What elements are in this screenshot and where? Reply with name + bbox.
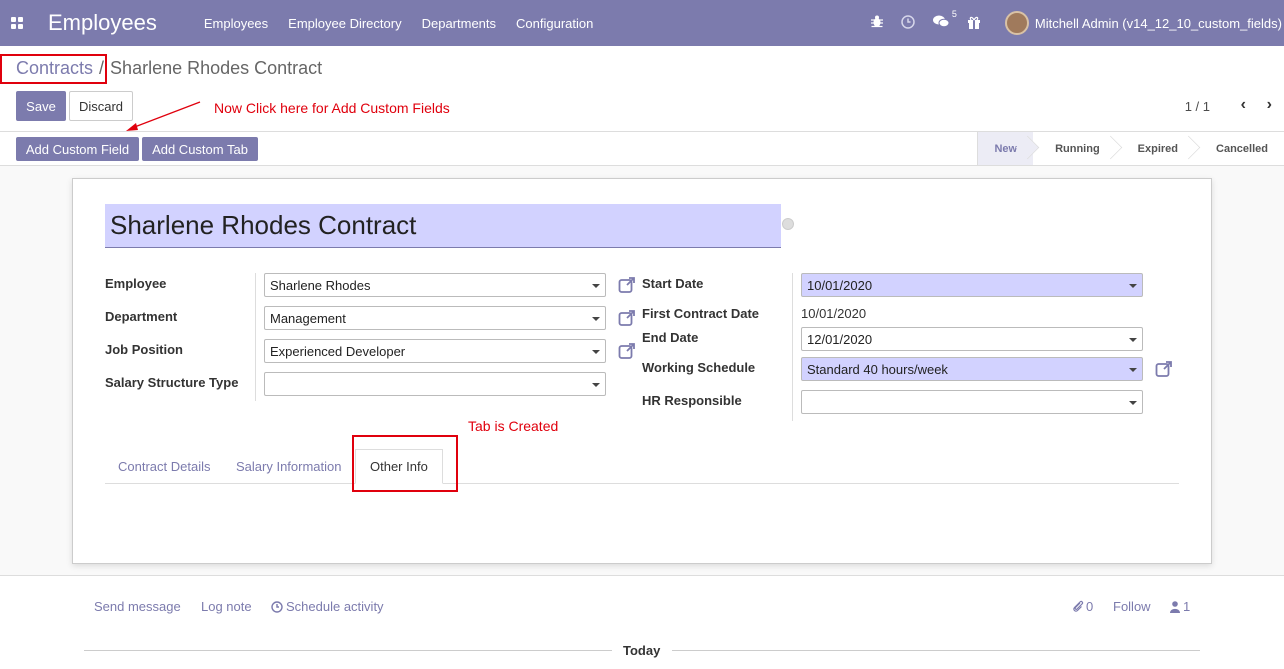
department-select[interactable]: Management <box>264 306 606 330</box>
job-position-select[interactable]: Experienced Developer <box>264 339 606 363</box>
working-schedule-label: Working Schedule <box>642 360 756 375</box>
dropdown-caret-icon <box>1129 368 1137 372</box>
dropdown-caret-icon <box>592 317 600 321</box>
apps-grid-icon[interactable] <box>11 17 23 29</box>
tab-created-note: Tab is Created <box>468 418 559 434</box>
breadcrumb-current: Sharlene Rhodes Contract <box>110 58 323 78</box>
status-expired[interactable]: Expired <box>1116 132 1194 165</box>
pager-next-icon[interactable]: › <box>1267 96 1272 114</box>
hr-responsible-label: HR Responsible <box>642 393 742 408</box>
external-link-icon[interactable] <box>618 309 636 327</box>
schedule-activity-button[interactable]: Schedule activity <box>271 599 384 614</box>
chat-icon[interactable]: 5 <box>932 9 957 31</box>
first-contract-date-value: 10/01/2020 <box>801 306 867 321</box>
gift-icon[interactable] <box>967 15 981 32</box>
end-date-value: 12/01/2020 <box>807 331 873 347</box>
bug-icon[interactable] <box>870 15 883 31</box>
clock-icon <box>271 600 283 613</box>
add-custom-tab-button[interactable]: Add Custom Tab <box>142 137 258 161</box>
dropdown-caret-icon <box>592 350 600 354</box>
menu-configuration[interactable]: Configuration <box>516 16 593 31</box>
dropdown-caret-icon <box>592 383 600 387</box>
salary-structure-type-label: Salary Structure Type <box>105 375 239 390</box>
status-bar: New Running Expired Cancelled <box>977 132 1284 165</box>
user-menu[interactable]: Mitchell Admin (v14_12_10_custom_fields) <box>1035 16 1282 31</box>
status-running[interactable]: Running <box>1033 132 1116 165</box>
main-menu: Employees Employee Directory Departments… <box>204 16 614 31</box>
external-link-icon[interactable] <box>1155 360 1173 378</box>
employee-label: Employee <box>105 276 167 291</box>
app-name[interactable]: Employees <box>48 10 157 36</box>
working-schedule-value: Standard 40 hours/week <box>807 361 948 377</box>
job-position-label: Job Position <box>105 342 183 357</box>
today-divider-left <box>84 650 612 651</box>
add-custom-field-button[interactable]: Add Custom Field <box>16 137 139 161</box>
systray: 5 Mitchell Admin (v14_12_10_custom_field… <box>870 0 1284 46</box>
start-date-value: 10/01/2020 <box>807 277 873 293</box>
dropdown-caret-icon <box>1129 401 1137 405</box>
highlight-box-tab <box>352 435 458 492</box>
employee-value: Sharlene Rhodes <box>270 277 371 293</box>
hr-responsible-select[interactable] <box>801 390 1143 414</box>
end-date-input[interactable]: 12/01/2020 <box>801 327 1143 351</box>
label-separator <box>792 273 793 421</box>
pager-previous-icon[interactable]: ‹ <box>1241 96 1246 114</box>
tab-contract-details[interactable]: Contract Details <box>118 449 210 484</box>
save-button[interactable]: Save <box>16 91 66 121</box>
start-date-label: Start Date <box>642 276 704 291</box>
attachments-button[interactable]: 0 <box>1072 599 1093 614</box>
clock-icon[interactable] <box>901 14 915 32</box>
send-message-button[interactable]: Send message <box>94 599 181 614</box>
user-avatar[interactable] <box>1004 11 1029 35</box>
user-icon <box>1170 600 1180 613</box>
contract-name-input[interactable]: Sharlene Rhodes Contract <box>105 204 781 248</box>
status-new[interactable]: New <box>978 132 1034 165</box>
status-dot-icon[interactable] <box>782 218 794 230</box>
highlight-box-breadcrumb <box>0 54 107 84</box>
menu-employees[interactable]: Employees <box>204 16 268 31</box>
followers-count: 1 <box>1183 599 1191 614</box>
follow-button[interactable]: Follow <box>1113 599 1151 614</box>
external-link-icon[interactable] <box>618 276 636 294</box>
end-date-label: End Date <box>642 330 699 345</box>
custom-fields-note: Now Click here for Add Custom Fields <box>214 100 450 116</box>
dropdown-caret-icon <box>592 284 600 288</box>
menu-employee-directory[interactable]: Employee Directory <box>288 16 401 31</box>
notebook-tabs: Contract Details Salary Information Othe… <box>105 449 1179 484</box>
status-cancelled[interactable]: Cancelled <box>1194 132 1284 165</box>
first-contract-date-label: First Contract Date <box>642 306 760 321</box>
salary-structure-type-select[interactable] <box>264 372 606 396</box>
job-position-value: Experienced Developer <box>270 343 406 359</box>
department-value: Management <box>270 310 346 326</box>
annotation-arrow-icon <box>126 101 201 131</box>
external-link-icon[interactable] <box>618 342 636 360</box>
today-separator-label: Today <box>623 643 661 658</box>
pager-value[interactable]: 1 / 1 <box>1185 99 1210 114</box>
dropdown-caret-icon <box>1129 284 1137 288</box>
followers-button[interactable]: 1 <box>1170 599 1190 614</box>
working-schedule-select[interactable]: Standard 40 hours/week <box>801 357 1143 381</box>
today-divider-right <box>672 650 1200 651</box>
menu-departments[interactable]: Departments <box>422 16 496 31</box>
form-sheet: Sharlene Rhodes Contract Employee Depart… <box>72 178 1212 564</box>
log-note-button[interactable]: Log note <box>201 599 252 614</box>
department-label: Department <box>105 309 178 324</box>
tab-salary-information[interactable]: Salary Information <box>236 449 342 484</box>
dropdown-caret-icon <box>1129 338 1137 342</box>
schedule-activity-label: Schedule activity <box>286 599 384 614</box>
start-date-input[interactable]: 10/01/2020 <box>801 273 1143 297</box>
top-navbar: Employees Employees Employee Directory D… <box>0 0 1284 46</box>
attachments-count: 0 <box>1086 599 1094 614</box>
paperclip-icon <box>1073 600 1084 612</box>
chat-badge: 5 <box>951 9 957 19</box>
label-separator <box>255 273 256 401</box>
employee-select[interactable]: Sharlene Rhodes <box>264 273 606 297</box>
